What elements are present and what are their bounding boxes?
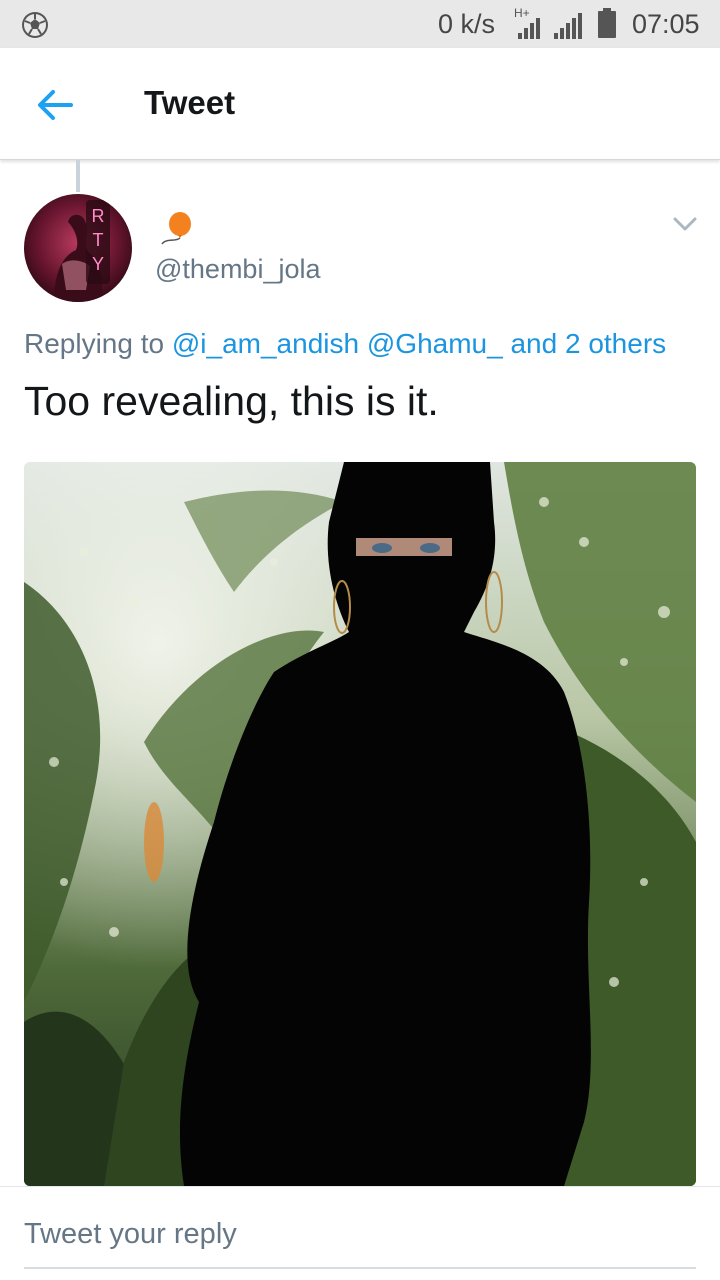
- reply-input[interactable]: [24, 1211, 696, 1269]
- user-handle[interactable]: @thembi_jola: [155, 254, 321, 285]
- clock: 07:05: [632, 9, 700, 39]
- others-link[interactable]: and 2 others: [510, 328, 666, 359]
- tweet-photo[interactable]: [24, 462, 696, 1186]
- network-type: H+: [514, 6, 530, 20]
- app-header: Tweet: [0, 48, 720, 160]
- mention-link[interactable]: @i_am_andish: [172, 328, 359, 359]
- replying-to: Replying to @i_am_andish @Ghamu_ and 2 o…: [24, 328, 666, 360]
- thread-connector-line: [76, 160, 80, 192]
- avatar-sign-letter: R: [92, 206, 105, 226]
- status-bar: 0 k/s H+ 07:05: [0, 0, 720, 48]
- avatar-sign-letter: T: [93, 230, 104, 250]
- reply-bar: [0, 1186, 720, 1280]
- balloon-icon: [161, 212, 191, 245]
- avatar[interactable]: R T Y: [24, 194, 132, 302]
- battery-icon: [598, 8, 616, 38]
- network-speed: 0 k/s: [438, 9, 496, 39]
- mention-link[interactable]: @Ghamu_: [367, 328, 503, 359]
- tweet-text: Too revealing, this is it.: [24, 378, 439, 424]
- replying-prefix: Replying to: [24, 328, 165, 359]
- back-button[interactable]: [30, 82, 80, 128]
- avatar-sign-letter: Y: [92, 254, 104, 274]
- page-title: Tweet: [144, 84, 236, 121]
- signal-icon: H+: [514, 6, 582, 39]
- chevron-down-icon[interactable]: [670, 210, 700, 238]
- soccer-ball-icon: [22, 12, 48, 38]
- arrow-left-icon: [38, 90, 73, 120]
